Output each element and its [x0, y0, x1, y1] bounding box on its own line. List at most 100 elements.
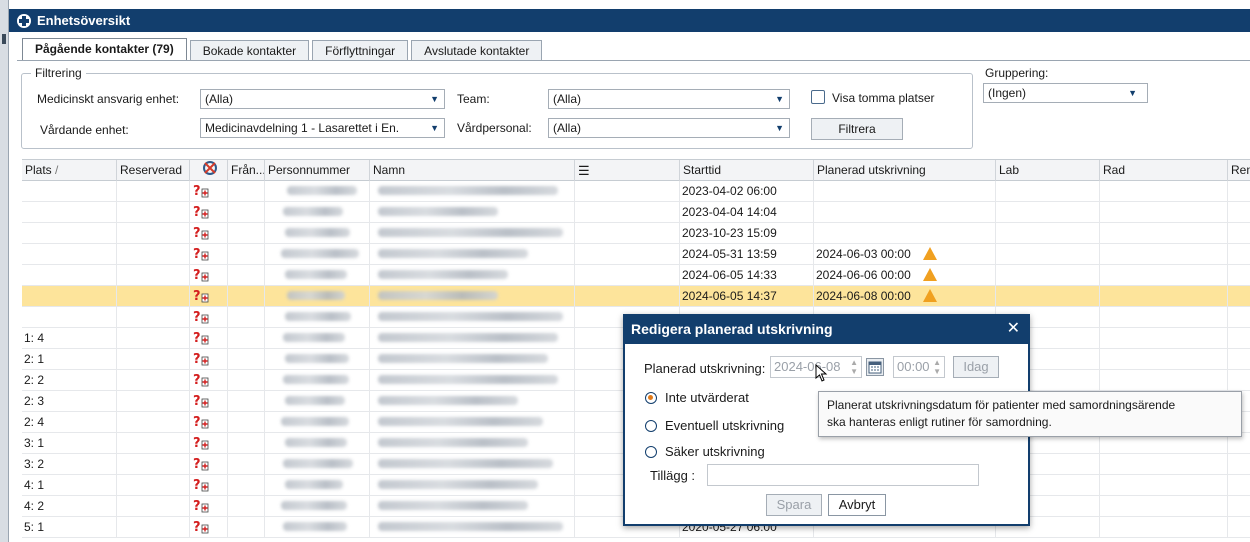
cell-personnummer: [265, 412, 370, 432]
planerad-label: Planerad utskrivning:: [644, 361, 766, 376]
team-label: Team:: [457, 92, 490, 106]
unknown-status-icon[interactable]: ?: [193, 414, 209, 430]
unknown-status-icon[interactable]: ?: [193, 477, 209, 493]
time-input[interactable]: 00:00 ▲ ▼: [893, 356, 945, 378]
filtrera-button[interactable]: Filtrera: [811, 118, 903, 140]
personal-select[interactable]: (Alla) ▼: [548, 118, 790, 138]
unknown-status-icon[interactable]: ?: [193, 456, 209, 472]
cell-fran: [228, 433, 265, 453]
cell-fran: [228, 391, 265, 411]
cell-reserverad: [117, 328, 190, 348]
tillagg-input[interactable]: [707, 464, 979, 486]
unknown-status-icon[interactable]: ?: [193, 351, 209, 367]
spara-button[interactable]: Spara: [766, 494, 822, 516]
cell-rad: [1100, 244, 1228, 264]
col-fran[interactable]: Från...: [228, 160, 265, 181]
unknown-status-icon[interactable]: ?: [193, 435, 209, 451]
table-row[interactable]: ? 2023-04-04 14:04: [22, 202, 1250, 223]
calendar-icon[interactable]: [866, 358, 884, 376]
grouping-select[interactable]: (Ingen) ▼: [983, 83, 1148, 103]
cell-reserverad: [117, 223, 190, 243]
unknown-status-icon[interactable]: ?: [193, 204, 209, 220]
col-menu[interactable]: ☰: [575, 160, 680, 181]
visa-tomma-checkbox[interactable]: [811, 90, 825, 104]
unknown-status-icon[interactable]: ?: [193, 309, 209, 325]
cell-remiss: [1228, 181, 1250, 201]
col-status[interactable]: [190, 160, 228, 181]
redacted-text: [378, 333, 558, 342]
close-icon[interactable]: ✕: [1007, 316, 1020, 342]
cell-reserverad: [117, 265, 190, 285]
cell-remiss: [1228, 517, 1250, 537]
col-rad[interactable]: Rad: [1100, 160, 1228, 181]
team-select[interactable]: (Alla) ▼: [548, 89, 790, 109]
med-select[interactable]: (Alla) ▼: [200, 89, 445, 109]
tab-bokade[interactable]: Bokade kontakter: [189, 40, 310, 61]
svg-text:?: ?: [193, 415, 201, 430]
cell-personnummer: [265, 244, 370, 264]
table-row[interactable]: ? 2023-04-02 06:00: [22, 181, 1250, 202]
cell-namn: [370, 370, 575, 390]
avbryt-button[interactable]: Avbryt: [828, 494, 886, 516]
warning-icon[interactable]: [922, 268, 937, 281]
unknown-status-icon[interactable]: ?: [193, 225, 209, 241]
radio-inte-utvarderat[interactable]: [645, 392, 657, 404]
vard-select[interactable]: Medicinavdelning 1 - Lasarettet i En. ▼: [200, 118, 445, 138]
unknown-status-icon[interactable]: ?: [193, 246, 209, 262]
table-row[interactable]: ? 2023-10-23 15:09: [22, 223, 1250, 244]
cell-namn: [370, 349, 575, 369]
radio-saker[interactable]: [645, 446, 657, 458]
col-reserverad[interactable]: Reserverad: [117, 160, 190, 181]
unknown-status-icon[interactable]: ?: [193, 372, 209, 388]
cell-namn: [370, 286, 575, 306]
table-row[interactable]: ? 2024-06-05 14:37 2024-06-08 00:00: [22, 286, 1250, 307]
warning-icon[interactable]: [922, 289, 937, 302]
col-namn[interactable]: Namn: [370, 160, 575, 181]
cell-status: ?: [190, 328, 228, 348]
col-lab[interactable]: Lab: [996, 160, 1100, 181]
tab-underline: [17, 60, 1250, 61]
unknown-status-icon[interactable]: ?: [193, 183, 209, 199]
cell-reserverad: [117, 433, 190, 453]
tooltip-line-2: ska hanteras enligt rutiner för samordni…: [827, 415, 1052, 429]
cell-plats: 2: 1: [22, 349, 117, 369]
cell-remiss: [1228, 370, 1250, 390]
redacted-text: [283, 333, 345, 342]
tab-avslutade[interactable]: Avslutade kontakter: [411, 40, 543, 61]
unknown-status-icon[interactable]: ?: [193, 393, 209, 409]
svg-text:?: ?: [193, 310, 201, 325]
cell-plats: [22, 286, 117, 306]
table-row[interactable]: ? 2024-05-31 13:59 2024-06-03 00:00: [22, 244, 1250, 265]
cell-menu: [575, 244, 680, 264]
unknown-status-icon[interactable]: ?: [193, 288, 209, 304]
tab-forflyttningar[interactable]: Förflyttningar: [312, 40, 409, 61]
svg-text:?: ?: [193, 205, 201, 220]
idag-button[interactable]: Idag: [953, 356, 999, 378]
cell-reserverad: [117, 181, 190, 201]
cell-rad: [1100, 286, 1228, 306]
cell-personnummer: [265, 475, 370, 495]
redacted-text: [285, 354, 349, 363]
col-remiss[interactable]: Remiss: [1228, 160, 1250, 181]
cell-rad: [1100, 223, 1228, 243]
unknown-status-icon[interactable]: ?: [193, 519, 209, 535]
cell-plats: [22, 202, 117, 222]
chevron-down-icon: ▼: [775, 94, 784, 104]
tab-pagaende[interactable]: Pågående kontakter (79): [22, 38, 187, 61]
warning-icon[interactable]: [922, 247, 937, 260]
unknown-status-icon[interactable]: ?: [193, 267, 209, 283]
col-planerad[interactable]: Planerad utskrivning: [814, 160, 996, 181]
cell-reserverad: [117, 517, 190, 537]
unknown-status-icon[interactable]: ?: [193, 498, 209, 514]
col-starttid[interactable]: Starttid: [680, 160, 814, 181]
svg-text:?: ?: [193, 373, 201, 388]
col-personnummer[interactable]: Personnummer: [265, 160, 370, 181]
col-plats[interactable]: Plats /: [22, 160, 117, 181]
cell-remiss: [1228, 475, 1250, 495]
radio-eventuell[interactable]: [645, 420, 657, 432]
unknown-status-icon[interactable]: ?: [193, 330, 209, 346]
table-row[interactable]: ? 2024-06-05 14:33 2024-06-06 00:00: [22, 265, 1250, 286]
date-value: 2024-06-08: [774, 359, 841, 374]
svg-text:?: ?: [193, 394, 201, 409]
svg-text:?: ?: [193, 436, 201, 451]
